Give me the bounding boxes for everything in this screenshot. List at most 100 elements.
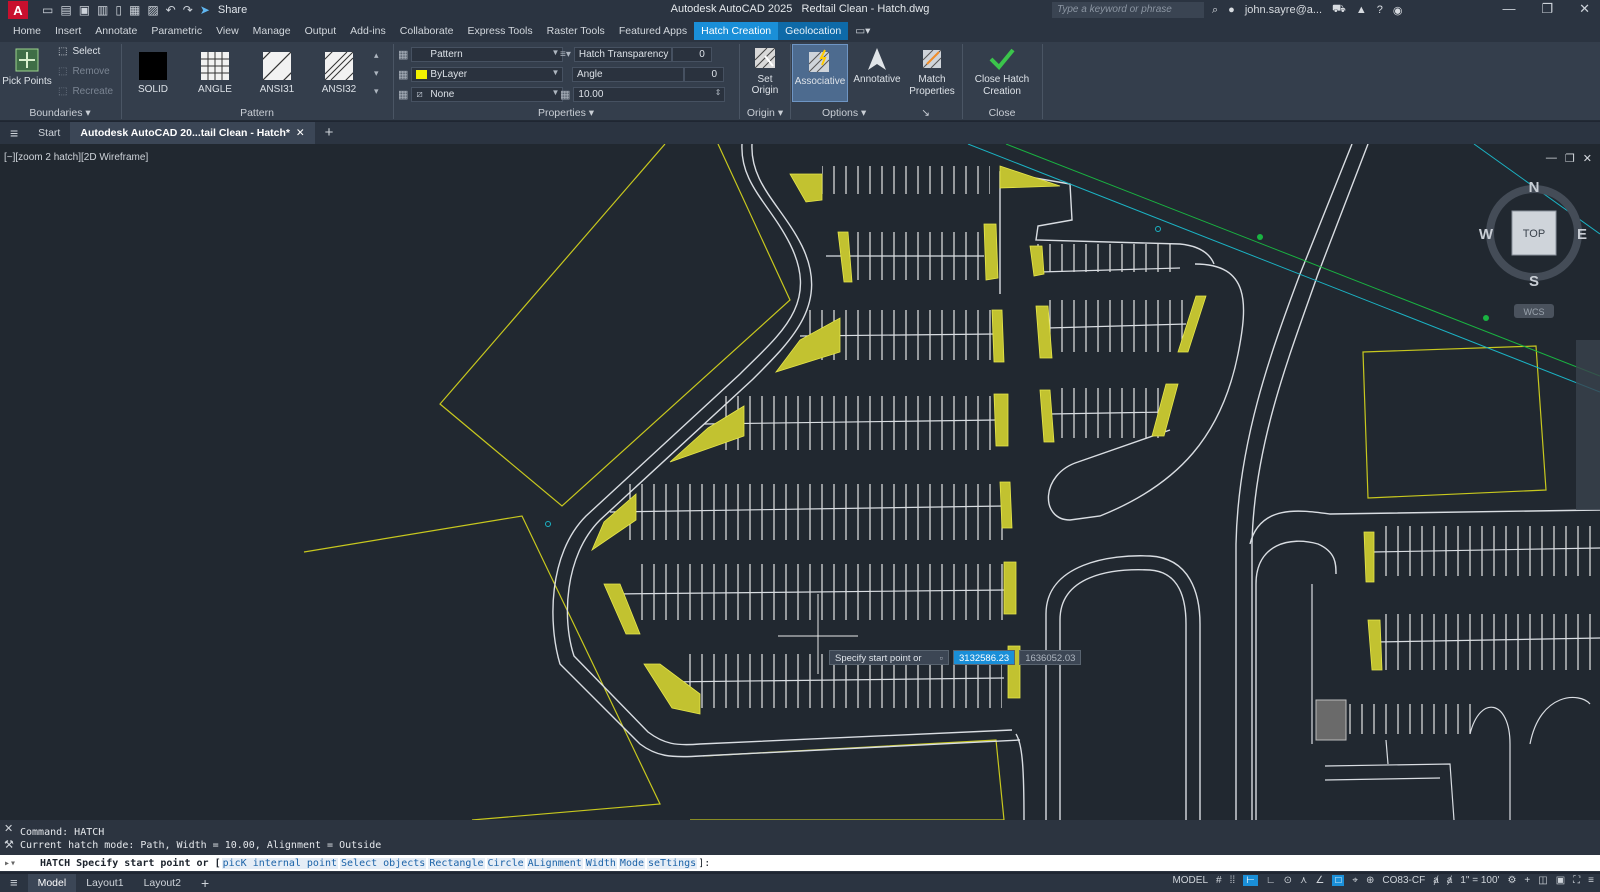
option-pick-internal-point[interactable]: picK internal point	[221, 857, 339, 869]
user-icon[interactable]: ●	[1228, 4, 1235, 16]
close-hatch-creation-button[interactable]: Close Hatch Creation	[965, 46, 1039, 98]
tab-raster-tools[interactable]: Raster Tools	[540, 22, 612, 40]
wcs-menu[interactable]: WCS	[1524, 307, 1545, 317]
tab-express-tools[interactable]: Express Tools	[460, 22, 539, 40]
chat-icon[interactable]: ◉	[1393, 4, 1403, 17]
hatched-pad[interactable]	[1315, 699, 1347, 741]
save-as-icon[interactable]: ▥	[97, 3, 108, 17]
tab-view[interactable]: View	[209, 22, 246, 40]
command-close-icon[interactable]: ✕	[4, 822, 13, 835]
location-icon[interactable]: ⌖	[1352, 875, 1358, 886]
origin-panel-title[interactable]: Origin ▾	[740, 107, 790, 119]
user-account[interactable]: john.sayre@a...	[1245, 4, 1322, 16]
settings-icon[interactable]: ⚙	[1507, 875, 1516, 886]
undo-icon[interactable]: ↶	[166, 3, 176, 17]
viewport-minimize-icon[interactable]: —	[1546, 152, 1557, 165]
scale-input[interactable]: 10.00 ⇕	[573, 87, 726, 102]
share-button[interactable]: Share	[218, 4, 247, 16]
tab-output[interactable]: Output	[298, 22, 344, 40]
tab-parametric[interactable]: Parametric	[144, 22, 209, 40]
clean-screen-icon[interactable]: ⛶	[1573, 875, 1580, 886]
compass-south[interactable]: S	[1529, 273, 1539, 290]
share-icon[interactable]: ➤	[200, 3, 210, 17]
geo-icon[interactable]: ⊕	[1366, 875, 1374, 886]
snap-icon[interactable]: ⁞⁞	[1230, 875, 1236, 886]
help-icon[interactable]: ?	[1377, 4, 1383, 16]
site-plan-drawing[interactable]: TOP N S W E WCS	[0, 144, 1600, 820]
plus-icon[interactable]: +	[1524, 875, 1530, 886]
layout-menu-icon[interactable]: ≡	[0, 874, 28, 892]
model-space-toggle[interactable]: MODEL	[1172, 875, 1208, 886]
tab-geolocation[interactable]: Geolocation	[778, 22, 849, 40]
drawing-canvas[interactable]: TOP N S W E WCS [−][zoom 2 hatch][2D Wir…	[0, 144, 1600, 820]
hamburger-menu-icon[interactable]: ≡	[0, 122, 28, 144]
background-color-select[interactable]: ⧄ None ▼	[411, 87, 564, 102]
tab-collaborate[interactable]: Collaborate	[393, 22, 461, 40]
tab-annotate[interactable]: Annotate	[88, 22, 144, 40]
open-folder-icon[interactable]: ▤	[60, 3, 71, 17]
tab-insert[interactable]: Insert	[48, 22, 88, 40]
close-tab-icon[interactable]: ✕	[296, 127, 305, 139]
option-rectangle[interactable]: Rectangle	[428, 857, 485, 869]
compass-east[interactable]: E	[1577, 226, 1587, 243]
command-customize-icon[interactable]: ⚒	[4, 838, 14, 851]
search-icon[interactable]: ⌕	[1212, 4, 1218, 17]
save-icon[interactable]: ▣	[79, 3, 90, 17]
dropdown-arrow-icon[interactable]: ▫	[940, 651, 943, 666]
alignment-node[interactable]	[545, 521, 551, 527]
tab-featured-apps[interactable]: Featured Apps	[612, 22, 694, 40]
option-settings[interactable]: seTtings	[647, 857, 698, 869]
web-mobile-icon[interactable]: ▯	[115, 3, 122, 17]
x-coordinate-input[interactable]: 3132586.23	[953, 650, 1016, 665]
isodraft-icon[interactable]: ⋏	[1300, 875, 1307, 886]
compass-west[interactable]: W	[1479, 226, 1494, 243]
hatch-color-select[interactable]: ByLayer ▼	[411, 67, 564, 82]
restore-icon[interactable]: ❐	[1541, 1, 1553, 17]
pattern-solid[interactable]: SOLID	[124, 48, 182, 100]
annotative-button[interactable]: Annotative	[849, 46, 905, 85]
viewcube[interactable]: TOP N S W E WCS	[1479, 179, 1587, 318]
grid-icon[interactable]: #	[1216, 875, 1222, 886]
viewport-restore-icon[interactable]: ❐	[1565, 152, 1575, 165]
compass-north[interactable]: N	[1529, 179, 1540, 196]
hardware-acceleration-icon[interactable]: ▣	[1556, 875, 1565, 886]
option-select-objects[interactable]: Select objects	[340, 857, 427, 869]
set-origin-button[interactable]: Set Origin	[744, 46, 786, 96]
coordinate-system[interactable]: CO83-CF	[1382, 875, 1425, 886]
match-properties-button[interactable]: Match Properties	[903, 46, 961, 98]
pattern-scroll[interactable]: ▴ ▾ ▾	[374, 46, 379, 100]
y-coordinate-input[interactable]: 1636052.03	[1019, 650, 1082, 665]
autodesk-app-icon[interactable]: ▲	[1356, 4, 1367, 16]
isolate-icon[interactable]: ◫	[1538, 875, 1547, 886]
navigation-bar[interactable]	[1576, 340, 1600, 510]
associative-button[interactable]: Associative	[792, 44, 848, 102]
dynamic-input-icon[interactable]: ⊢	[1243, 875, 1258, 886]
auto-scale-icon[interactable]: ⱥ	[1447, 875, 1453, 886]
options-panel-title[interactable]: Options ▾ ↘	[791, 107, 961, 119]
polar-tracking-icon[interactable]: ⊙	[1284, 875, 1292, 886]
boundaries-panel-title[interactable]: Boundaries ▾	[0, 107, 120, 119]
option-width[interactable]: Width	[584, 857, 617, 869]
print-icon[interactable]: ▨	[147, 3, 158, 17]
tab-home[interactable]: Home	[6, 22, 48, 40]
pattern-angle[interactable]: ANGLE	[186, 48, 244, 100]
angle-input[interactable]: 0	[684, 67, 724, 82]
redo-icon[interactable]: ↷	[183, 3, 193, 17]
tab-layout1[interactable]: Layout1	[76, 874, 133, 892]
object-snap-icon[interactable]: □	[1332, 875, 1345, 886]
select-button[interactable]: ⬚ Select	[58, 46, 100, 57]
add-layout-icon[interactable]: +	[191, 874, 219, 892]
alignment-node[interactable]	[1483, 315, 1489, 321]
object-snap-tracking-icon[interactable]: ∠	[1315, 875, 1324, 886]
annotation-visibility-icon[interactable]: ⱥ	[1433, 875, 1439, 886]
option-mode[interactable]: Mode	[618, 857, 646, 869]
tab-manage[interactable]: Manage	[246, 22, 298, 40]
close-icon[interactable]: ✕	[1579, 1, 1590, 17]
viewcube-top[interactable]: TOP	[1523, 228, 1545, 240]
viewport-close-icon[interactable]: ✕	[1583, 152, 1592, 165]
option-alignment[interactable]: ALignment	[526, 857, 583, 869]
transparency-input[interactable]: 0	[671, 47, 712, 62]
search-input[interactable]: Type a keyword or phrase	[1052, 2, 1204, 18]
tab-hatch-creation[interactable]: Hatch Creation	[694, 22, 779, 40]
tab-start[interactable]: Start	[28, 122, 70, 144]
